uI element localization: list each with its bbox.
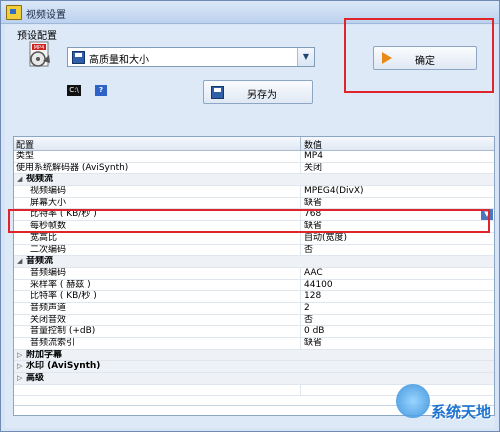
- grid-column-separator: [300, 291, 301, 302]
- save-disk-icon: [72, 51, 85, 64]
- grid-row-key: 二次编码: [30, 244, 67, 255]
- grid-row-key: 关闭音效: [30, 314, 67, 325]
- highlight-box-bitrate: [8, 209, 490, 233]
- grid-row-key: 音频声道: [30, 302, 67, 313]
- grid-row[interactable]: 音频流索引 缺省: [14, 338, 494, 350]
- grid-category-row[interactable]: ◢ 音频流: [14, 256, 494, 268]
- grid-row[interactable]: 视频编码 MPEG4(DivX): [14, 186, 494, 198]
- grid-column-separator: [300, 314, 301, 326]
- grid-row-value: 44100: [304, 279, 333, 290]
- grid-column-separator: [300, 232, 301, 244]
- grid-row-value: 缺省: [304, 338, 323, 348]
- grid-column-separator: [300, 197, 301, 209]
- expand-triangle-icon[interactable]: ▷: [17, 350, 22, 361]
- grid-category-row[interactable]: ▷ 高级: [14, 373, 494, 385]
- grid-row[interactable]: 宽高比 自动(宽度): [14, 232, 494, 245]
- grid-row-value: MPEG4(DivX): [304, 186, 364, 197]
- grid-row-key: 水印 (AviSynth): [26, 361, 101, 372]
- grid-row-value: 否: [304, 244, 314, 255]
- grid-row-key: 采样率 ( 赫兹 ): [30, 279, 91, 290]
- grid-row-key: 视频流: [26, 174, 54, 185]
- preset-select[interactable]: 高质量和大小 ▼: [67, 47, 315, 67]
- window-title: 视频设置: [26, 10, 66, 21]
- grid-row-key: 音量控制 (+dB): [30, 326, 96, 337]
- grid-category-row[interactable]: ◢ 视频流: [14, 174, 494, 187]
- grid-row[interactable]: 音量控制 (+dB) 0 dB: [14, 326, 494, 338]
- grid-row-key: 音频编码: [30, 267, 67, 278]
- grid-row[interactable]: 音频编码 AAC: [14, 267, 494, 280]
- grid-row[interactable]: 屏幕大小 缺省: [14, 197, 494, 210]
- grid-column-separator: [300, 162, 301, 174]
- save-as-button[interactable]: 另存为: [203, 80, 313, 104]
- video-settings-window: 视频设置 预设配置 MP4 高质量和大小 ▼ C:\ ? 另存为 确定 配置 数…: [0, 0, 500, 432]
- grid-row-key: 附加字幕: [26, 349, 63, 360]
- collapse-triangle-icon[interactable]: ◢: [17, 256, 22, 267]
- grid-row-key: 比特率 ( KB/秒 ): [30, 291, 97, 302]
- grid-row-key: 音频流: [26, 256, 54, 267]
- expand-triangle-icon[interactable]: ▷: [17, 361, 22, 372]
- grid-row-value: 2: [304, 302, 310, 313]
- preset-label: 预设配置: [17, 31, 57, 42]
- column-divider[interactable]: [300, 137, 301, 150]
- grid-column-separator: [300, 338, 301, 349]
- grid-column-separator: [300, 279, 301, 291]
- grid-column-separator: [300, 302, 301, 314]
- mp4-file-icon: MP4: [29, 41, 50, 67]
- grid-category-row[interactable]: ▷ 水印 (AviSynth): [14, 361, 494, 374]
- chevron-down-icon[interactable]: ▼: [297, 48, 314, 66]
- column-header-config[interactable]: 配置: [16, 138, 34, 151]
- expand-triangle-icon[interactable]: ▷: [17, 373, 22, 384]
- grid-column-separator: [300, 267, 301, 279]
- grid-row-value: 自动(宽度): [304, 232, 348, 243]
- grid-row[interactable]: 二次编码 否: [14, 244, 494, 257]
- grid-row-value: 128: [304, 291, 322, 302]
- grid-row[interactable]: 比特率 ( KB/秒 ) 128: [14, 291, 494, 303]
- grid-row-value: AAC: [304, 267, 323, 278]
- grid-column-separator: [300, 326, 301, 337]
- grid-row-key: 宽高比: [30, 232, 58, 243]
- grid-row[interactable]: 采样率 ( 赫兹 ) 44100: [14, 279, 494, 292]
- grid-rows: 类型 MP4 使用系统解码器 (AviSynth) 关闭 ◢ 视频流 视频编码 MPEG4(D…: [14, 151, 494, 397]
- grid-column-separator: [300, 244, 301, 256]
- grid-row-key: 音频流索引: [30, 338, 76, 348]
- grid-row-value: 否: [304, 314, 314, 325]
- grid-column-separator: [300, 186, 301, 197]
- save-as-label: 另存为: [247, 90, 277, 101]
- grid-row-key: 类型: [16, 151, 35, 161]
- app-icon: [6, 5, 22, 20]
- grid-row-value: MP4: [304, 151, 323, 161]
- collapse-triangle-icon[interactable]: ◢: [17, 174, 22, 185]
- grid-row-key: 屏幕大小: [30, 197, 67, 208]
- column-header-value[interactable]: 数值: [304, 138, 322, 151]
- watermark-logo: [396, 384, 430, 418]
- grid-row[interactable]: 关闭音效 否: [14, 314, 494, 327]
- highlight-box-ok: [344, 18, 494, 93]
- grid-row[interactable]: 使用系统解码器 (AviSynth) 关闭: [14, 162, 494, 175]
- preset-select-value: 高质量和大小: [89, 55, 149, 66]
- svg-text:MP4: MP4: [34, 45, 45, 51]
- grid-column-separator: [300, 384, 301, 396]
- watermark-text: 系统天地: [431, 403, 492, 421]
- grid-row[interactable]: 音频声道 2: [14, 302, 494, 315]
- grid-row-key: 视频编码: [30, 186, 67, 197]
- grid-column-separator: [300, 151, 301, 162]
- grid-row-value: 0 dB: [304, 326, 325, 337]
- command-line-icon[interactable]: C:\: [67, 85, 81, 96]
- grid-row[interactable]: 类型 MP4: [14, 151, 494, 163]
- dialog-body: 预设配置 MP4 高质量和大小 ▼ C:\ ? 另存为 确定 配置 数值 类型 …: [5, 18, 495, 428]
- help-icon[interactable]: ?: [95, 85, 107, 96]
- grid-row-value: 缺省: [304, 197, 323, 208]
- property-grid: 配置 数值 类型 MP4 使用系统解码器 (AviSynth) 关闭 ◢ 视频流 视频编码 M…: [13, 136, 495, 416]
- grid-category-row[interactable]: ▷ 附加字幕: [14, 349, 494, 362]
- grid-row-key: 使用系统解码器 (AviSynth): [16, 162, 129, 173]
- grid-header: 配置 数值: [14, 137, 494, 151]
- grid-row-value: 关闭: [304, 162, 323, 173]
- grid-row-key: 高级: [26, 373, 45, 384]
